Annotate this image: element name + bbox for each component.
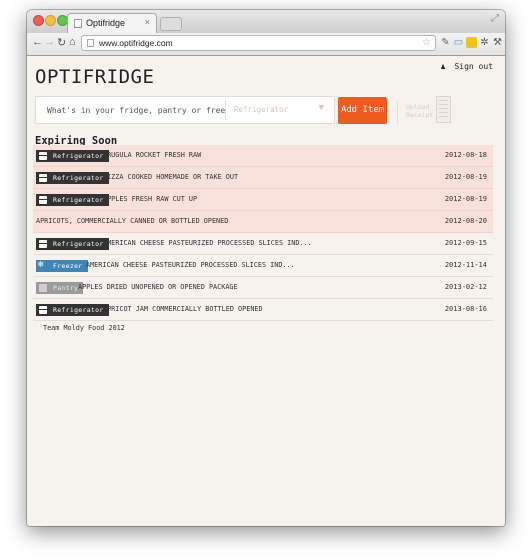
chevron-down-icon: ▼ bbox=[318, 103, 324, 113]
expiry-date: 2012-11-14 bbox=[444, 261, 487, 269]
pantry-jar-icon bbox=[39, 284, 47, 292]
item-name: APRICOT JAM COMMERCIALLY BOTTLED OPENED bbox=[103, 305, 263, 313]
item-list: Refrigerator ARUGULA ROCKET FRESH RAW 2012… bbox=[33, 145, 493, 321]
expiry-date: 2012-08-20 bbox=[444, 217, 487, 225]
item-name: AMERICAN CHEESE PASTEURIZED PROCESSED SL… bbox=[103, 239, 312, 247]
browser-window: Optifridge × ⤢ ← → ↻ ⌂ www.optifridge.co… bbox=[27, 10, 505, 526]
reload-icon[interactable]: ↻ bbox=[57, 36, 66, 49]
extension-yellow-icon[interactable]: ■ bbox=[466, 37, 477, 48]
location-badge[interactable]: Refrigerator bbox=[36, 304, 109, 316]
list-item[interactable]: Pantry APPLES DRIED UNOPENED OR OPENED PA… bbox=[33, 277, 493, 299]
location-badge[interactable]: Refrigerator bbox=[36, 150, 109, 162]
expiry-date: 2012-08-19 bbox=[444, 195, 487, 203]
fridge-icon bbox=[39, 306, 47, 314]
upload-receipt-button[interactable]: Upload Receipt bbox=[397, 96, 458, 125]
location-badge[interactable]: Refrigerator bbox=[36, 172, 109, 184]
settings-gear-icon[interactable]: ✲ bbox=[479, 37, 490, 48]
item-search-input[interactable] bbox=[36, 97, 225, 123]
bookmark-star-icon[interactable]: ☆ bbox=[422, 37, 431, 48]
address-url: www.optifridge.com bbox=[99, 38, 173, 48]
item-name: PIZZA COOKED HOMEMADE OR TAKE OUT bbox=[103, 173, 239, 181]
item-name: APPLES DRIED UNOPENED OR OPENED PACKAGE bbox=[78, 283, 238, 291]
item-name: ARUGULA ROCKET FRESH RAW bbox=[103, 151, 202, 159]
receipt-icon bbox=[436, 96, 451, 123]
minimize-window-button[interactable] bbox=[45, 15, 56, 26]
fridge-icon bbox=[39, 240, 47, 248]
add-item-button[interactable]: Add Item bbox=[338, 97, 387, 124]
sign-out-link[interactable]: ♟ Sign out bbox=[441, 62, 493, 71]
list-item[interactable]: Refrigerator PIZZA COOKED HOMEMADE OR TAK… bbox=[33, 167, 493, 189]
fullscreen-icon[interactable]: ⤢ bbox=[491, 13, 499, 24]
page-favicon-icon bbox=[74, 19, 82, 28]
list-item[interactable]: APRICOTS, COMMERCIALLY CANNED OR BOTTLED… bbox=[33, 211, 493, 233]
fridge-icon bbox=[39, 196, 47, 204]
item-name: APPLES FRESH RAW CUT UP bbox=[103, 195, 198, 203]
expiry-date: 2013-08-16 bbox=[444, 305, 487, 313]
title-bar: Optifridge × ⤢ bbox=[27, 10, 505, 33]
back-icon[interactable]: ← bbox=[32, 36, 43, 48]
location-badge[interactable]: ❄ Freezer bbox=[36, 260, 88, 272]
location-badge-label: Refrigerator bbox=[53, 306, 104, 314]
forward-icon[interactable]: → bbox=[44, 36, 55, 48]
list-item[interactable]: Refrigerator APPLES FRESH RAW CUT UP 2012-… bbox=[33, 189, 493, 211]
browser-toolbar: ← → ↻ ⌂ www.optifridge.com ☆ ✎ ▭ ■ ✲ ⚒ bbox=[27, 33, 505, 56]
list-item[interactable]: Refrigerator APRICOT JAM COMMERCIALLY BOT… bbox=[33, 299, 493, 321]
expiry-date: 2012-09-15 bbox=[444, 239, 487, 247]
location-badge[interactable]: Pantry bbox=[36, 282, 84, 294]
add-item-form: Refrigerator ▼ bbox=[35, 96, 335, 124]
user-icon: ♟ bbox=[440, 62, 446, 71]
list-item[interactable]: Refrigerator ARUGULA ROCKET FRESH RAW 2012… bbox=[33, 145, 493, 167]
location-selected-value: Refrigerator bbox=[234, 105, 289, 114]
snowflake-icon: ❄ bbox=[38, 260, 44, 270]
expiry-date: 2012-08-18 bbox=[444, 151, 487, 159]
home-icon[interactable]: ⌂ bbox=[69, 36, 76, 48]
tab-title: Optifridge bbox=[86, 18, 126, 28]
location-badge[interactable]: Refrigerator bbox=[36, 238, 109, 250]
list-item[interactable]: Refrigerator AMERICAN CHEESE PASTEURIZED … bbox=[33, 233, 493, 255]
location-badge-label: Refrigerator bbox=[53, 196, 104, 204]
location-badge-label: Pantry bbox=[53, 284, 79, 292]
site-logo[interactable]: OPTIFRIDGE bbox=[35, 66, 154, 88]
page-content: OPTIFRIDGE ♟ Sign out Refrigerator ▼ Add… bbox=[27, 56, 505, 526]
item-name: AMERICAN CHEESE PASTEURIZED PROCESSED SL… bbox=[86, 261, 295, 269]
extension-screen-icon[interactable]: ▭ bbox=[453, 37, 464, 48]
fridge-icon bbox=[39, 152, 47, 160]
new-tab-button[interactable] bbox=[160, 17, 182, 31]
upload-receipt-label: Upload Receipt bbox=[406, 103, 434, 119]
location-badge-label: Refrigerator bbox=[53, 174, 104, 182]
sign-out-label: Sign out bbox=[454, 62, 493, 71]
expiry-date: 2012-08-19 bbox=[444, 173, 487, 181]
wrench-icon[interactable]: ⚒ bbox=[492, 37, 503, 48]
item-name: APRICOTS, COMMERCIALLY CANNED OR BOTTLED… bbox=[36, 217, 229, 225]
tab-optifridge[interactable]: Optifridge × bbox=[67, 13, 157, 33]
location-badge[interactable]: Refrigerator bbox=[36, 194, 109, 206]
address-bar[interactable]: www.optifridge.com ☆ bbox=[81, 35, 436, 51]
location-badge-label: Freezer bbox=[53, 262, 83, 270]
expiry-date: 2013-02-12 bbox=[444, 283, 487, 291]
fridge-icon bbox=[39, 174, 47, 182]
location-badge-label: Refrigerator bbox=[53, 152, 104, 160]
list-item[interactable]: ❄ Freezer AMERICAN CHEESE PASTEURIZED PROC… bbox=[33, 255, 493, 277]
extension-pen-icon[interactable]: ✎ bbox=[440, 37, 451, 48]
location-badge-label: Refrigerator bbox=[53, 240, 104, 248]
footer-text: Team Moldy Food 2012 bbox=[43, 324, 125, 332]
location-select[interactable]: Refrigerator ▼ bbox=[225, 100, 334, 120]
page-icon bbox=[87, 39, 94, 47]
tab-close-icon[interactable]: × bbox=[145, 17, 150, 27]
close-window-button[interactable] bbox=[33, 15, 44, 26]
